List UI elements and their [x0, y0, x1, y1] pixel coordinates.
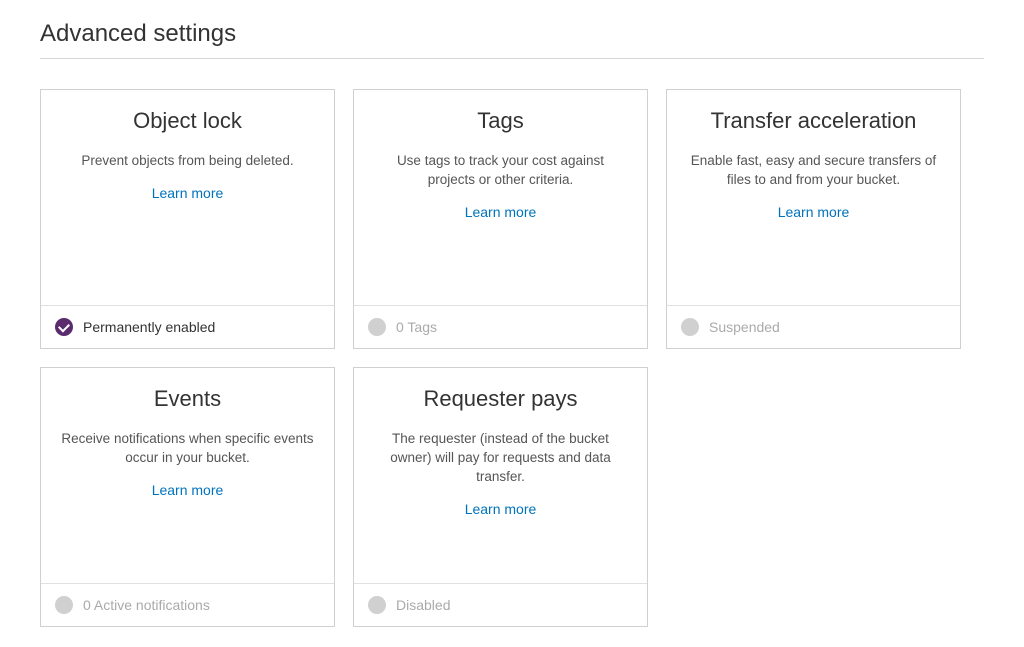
card-description: The requester (instead of the bucket own…	[374, 430, 627, 487]
card-description: Use tags to track your cost against proj…	[374, 152, 627, 190]
status-dot-icon	[368, 596, 386, 614]
status-text: Permanently enabled	[83, 319, 215, 335]
card-footer: Disabled	[354, 583, 647, 626]
card-object-lock[interactable]: Object lock Prevent objects from being d…	[40, 89, 335, 349]
card-description: Prevent objects from being deleted.	[81, 152, 293, 171]
card-body: Object lock Prevent objects from being d…	[41, 90, 334, 305]
learn-more-link[interactable]: Learn more	[465, 501, 537, 517]
card-title: Tags	[477, 108, 523, 134]
card-title: Requester pays	[423, 386, 577, 412]
learn-more-link[interactable]: Learn more	[152, 482, 224, 498]
card-events[interactable]: Events Receive notifications when specif…	[40, 367, 335, 627]
card-tags[interactable]: Tags Use tags to track your cost against…	[353, 89, 648, 349]
card-transfer-acceleration[interactable]: Transfer acceleration Enable fast, easy …	[666, 89, 961, 349]
section-title: Advanced settings	[40, 20, 984, 59]
card-footer: Permanently enabled	[41, 305, 334, 348]
learn-more-link[interactable]: Learn more	[778, 204, 850, 220]
learn-more-link[interactable]: Learn more	[465, 204, 537, 220]
card-title: Events	[154, 386, 221, 412]
card-title: Object lock	[133, 108, 242, 134]
check-circle-icon	[55, 318, 73, 336]
status-text: Suspended	[709, 319, 780, 335]
card-description: Receive notifications when specific even…	[61, 430, 314, 468]
status-text: 0 Tags	[396, 319, 437, 335]
card-body: Requester pays The requester (instead of…	[354, 368, 647, 583]
card-footer: 0 Tags	[354, 305, 647, 348]
card-title: Transfer acceleration	[711, 108, 917, 134]
status-dot-icon	[368, 318, 386, 336]
status-text: 0 Active notifications	[83, 597, 210, 613]
card-footer: 0 Active notifications	[41, 583, 334, 626]
status-dot-icon	[681, 318, 699, 336]
card-description: Enable fast, easy and secure transfers o…	[687, 152, 940, 190]
card-body: Tags Use tags to track your cost against…	[354, 90, 647, 305]
card-body: Events Receive notifications when specif…	[41, 368, 334, 583]
status-text: Disabled	[396, 597, 450, 613]
learn-more-link[interactable]: Learn more	[152, 185, 224, 201]
status-dot-icon	[55, 596, 73, 614]
card-footer: Suspended	[667, 305, 960, 348]
card-requester-pays[interactable]: Requester pays The requester (instead of…	[353, 367, 648, 627]
card-body: Transfer acceleration Enable fast, easy …	[667, 90, 960, 305]
cards-grid: Object lock Prevent objects from being d…	[40, 89, 984, 627]
